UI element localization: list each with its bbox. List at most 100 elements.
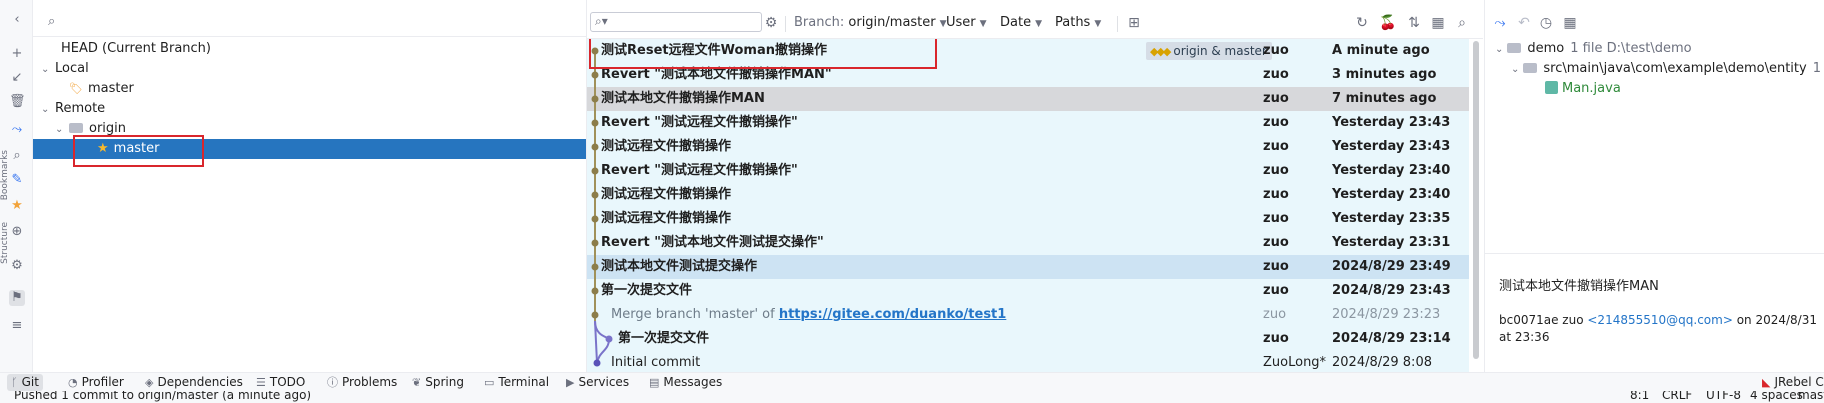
table-row[interactable]: Revert "测试远程文件撤销操作" zuo Yesterday 23:40 [587,159,1469,183]
chevron-down-icon[interactable]: ⌄ [55,120,69,140]
date-filter[interactable]: Date ▼ [1000,15,1042,30]
tab-label: TODO [269,375,306,389]
history-icon[interactable]: ◷ [1537,14,1555,32]
table-row[interactable]: Revert "测试远程文件撤销操作" zuo Yesterday 23:43 [587,111,1469,135]
branch-filter[interactable]: Branch: origin/master ▼ [794,15,947,30]
commit-author: zuo [1263,139,1289,154]
trash-icon[interactable]: 🗑 [9,94,26,110]
tab-spring[interactable]: ❦ Spring [408,374,468,391]
table-row[interactable]: 第一次提交文件 zuo 2024/8/29 23:14 [587,327,1469,351]
table-row[interactable]: Initial commit ZuoLong* 2024/8/29 8:08 [587,351,1469,372]
tab-profiler[interactable]: ◔ Profiler [64,374,128,391]
graph-node [605,335,613,343]
tree-item-remote[interactable]: ⌄ Remote [41,99,105,119]
graph-node [591,95,599,103]
user-filter[interactable]: User ▼ [946,15,987,30]
edit-icon[interactable]: ✎ [9,172,25,188]
tab-dependencies[interactable]: ◈ Dependencies [141,374,247,391]
gear-icon[interactable]: ⚙ [762,14,780,32]
star-icon[interactable]: ★ [9,198,25,214]
tab-jrebel[interactable]: ◣JRebel Co [1758,374,1824,391]
flag-icon[interactable]: ⚑ [9,290,25,306]
commit-message: 第一次提交文件 [618,331,710,346]
tree-item-local-master[interactable]: 🏷 master [69,79,134,99]
table-row[interactable]: 测试远程文件撤销操作 zuo Yesterday 23:40 [587,183,1469,207]
refresh-icon[interactable]: ↻ [1353,14,1371,32]
table-row[interactable]: 测试远程文件撤销操作 zuo Yesterday 23:35 [587,207,1469,231]
status-message[interactable]: Pushed 1 commit to origin/master (a minu… [14,391,311,402]
tab-git[interactable]: ᚴ Git [7,374,43,391]
commit-author: zuo [1263,115,1289,130]
graph-node [591,119,599,127]
commit-link[interactable]: https://gitee.com/duanko/test1 [779,307,1007,322]
undo-icon[interactable]: ↶ [1515,14,1533,32]
tab-label: Terminal [498,375,550,389]
caret-position[interactable]: 8:1 [1630,391,1649,402]
compass-icon[interactable]: ⊕ [9,224,25,240]
commit-details-panel: ⤳ ↶ ◷ ▦ ⌄ demo 1 file D:\test\demo ⌄ src\ma… [1484,0,1824,372]
tab-services[interactable]: ▶ Services [562,374,633,391]
plus-icon[interactable]: + [9,46,25,62]
table-row[interactable]: 测试本地文件撤销操作MAN zuo 7 minutes ago [587,87,1469,111]
grid-icon[interactable]: ▦ [1561,14,1579,32]
dependencies-icon: ◈ [145,376,154,389]
tree-item-label: Local [55,61,89,76]
left-tool-strip: ‹ + ↙ 🗑 ⤳ ⌕ ✎ ★ ⊕ ⚙ ⚑ ≡ Bookmarks Struct… [0,0,33,372]
bookmarks-vertical-tab[interactable]: Bookmarks [0,150,10,200]
paths-filter[interactable]: Paths ▼ [1055,15,1101,30]
sort-icon[interactable]: ⇅ [1405,14,1423,32]
search-icon: ⌕ [48,14,56,29]
tree-item-root[interactable]: ⌄ demo 1 file D:\test\demo [1495,39,1692,59]
author-email-link[interactable]: <214855510@qq.com> [1587,313,1733,327]
commit-author: zuo [1263,235,1289,250]
log-search-input[interactable]: ⌕▾ [590,12,762,32]
chevron-down-icon[interactable]: ⌄ [1511,64,1519,75]
fetch-icon[interactable]: ⤳ [9,122,25,138]
grid-icon[interactable]: ▦ [1429,14,1447,32]
new-tab-icon[interactable]: ⊞ [1125,14,1143,32]
commit-author: zuo [1263,259,1289,274]
chevron-left-icon[interactable]: ‹ [9,12,25,28]
git-branch-widget[interactable]: maste [1798,391,1824,402]
line-separator[interactable]: CRLF [1662,391,1692,402]
log-scrollbar[interactable] [1469,39,1483,372]
tree-item-head[interactable]: HEAD (Current Branch) [61,39,211,59]
commit-date: Yesterday 23:40 [1332,163,1451,178]
tab-problems[interactable]: ⓘ Problems [323,374,401,391]
table-row[interactable]: Merge branch 'master' of https://gitee.c… [587,303,1469,327]
commit-date: 7 minutes ago [1332,91,1437,106]
tree-item-path[interactable]: ⌄ src\main\java\com\example\demo\entity 1 … [1511,59,1824,79]
graph-branch-line [596,338,610,364]
diff-icon[interactable]: ⤳ [1491,14,1509,32]
tab-terminal[interactable]: ▭ Terminal [480,374,553,391]
search-icon[interactable]: ⌕ [9,148,25,164]
commit-date: 2024/8/29 8:08 [1332,355,1432,370]
search-icon[interactable]: ⌕ [1453,14,1471,32]
table-row[interactable]: 测试本地文件测试提交操作 zuo 2024/8/29 23:49 [587,255,1469,279]
table-row[interactable]: 第一次提交文件 zuo 2024/8/29 23:43 [587,279,1469,303]
chevron-down-icon[interactable]: ⌄ [1495,44,1503,55]
arrow-down-left-icon[interactable]: ↙ [9,70,25,86]
branch-search-field[interactable]: ⌕ [33,8,586,37]
gear-icon[interactable]: ⚙ [9,258,25,274]
indent-setting[interactable]: 4 spaces [1750,391,1803,402]
commit-author: zuo [1263,283,1289,298]
structure-vertical-tab[interactable]: Structure [0,222,10,264]
tab-messages[interactable]: ▤ Messages [645,374,726,391]
terminal-icon: ▭ [484,376,495,389]
cherry-pick-icon[interactable]: 🍒 [1379,14,1397,32]
file-encoding[interactable]: UTF-8 [1706,391,1741,402]
table-row[interactable]: 测试远程文件撤销操作 zuo Yesterday 23:43 [587,135,1469,159]
align-icon[interactable]: ≡ [9,318,25,334]
graph-node [591,191,599,199]
scrollbar-thumb[interactable] [1473,41,1479,359]
commit-author: zuo [1263,91,1289,106]
user-filter-label: User [946,15,976,30]
chevron-down-icon[interactable]: ⌄ [41,60,55,80]
table-row[interactable]: Revert "测试本地文件测试提交操作" zuo Yesterday 23:3… [587,231,1469,255]
graph-node [591,215,599,223]
tab-todo[interactable]: ☰ TODO [252,374,309,391]
tree-item-file[interactable]: Man.java [1545,79,1621,99]
chevron-down-icon[interactable]: ⌄ [41,100,55,120]
tree-item-local[interactable]: ⌄ Local [41,59,89,79]
